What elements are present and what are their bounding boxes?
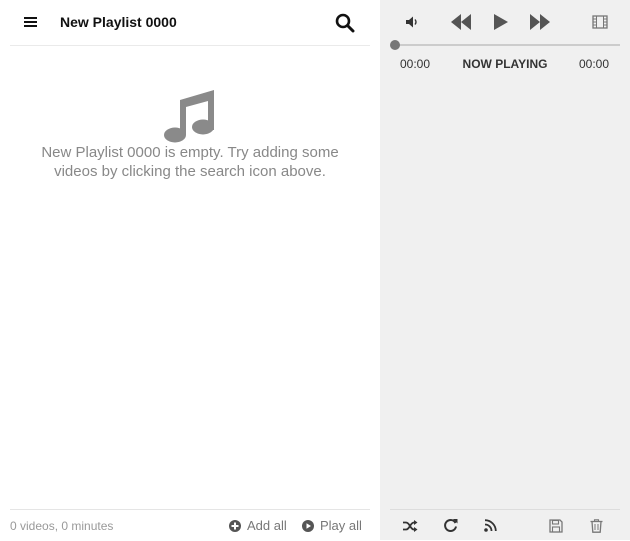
music-note-icon (164, 90, 214, 143)
empty-playlist-message: New Playlist 0000 is empty. Try adding s… (41, 144, 339, 180)
plus-circle-icon (229, 519, 241, 532)
film-icon[interactable] (592, 15, 608, 29)
play-all-label: Play all (320, 518, 362, 533)
playlist-title: New Playlist 0000 (60, 14, 177, 30)
playlist-header: New Playlist 0000 (10, 0, 370, 46)
total-time: 00:00 (579, 57, 610, 71)
progress-handle[interactable] (390, 40, 400, 50)
playlist-pane: New Playlist 0000 New Playlist 0000 is e… (0, 0, 380, 540)
search-icon[interactable] (335, 13, 355, 33)
menu-icon[interactable] (24, 16, 37, 28)
player-footer (390, 509, 620, 541)
playlist-footer: 0 videos, 0 minutes Add all Play all (10, 509, 370, 541)
trash-icon[interactable] (590, 519, 603, 533)
player-pane: 00:00 NOW PLAYING 00:00 (380, 0, 630, 540)
repeat-icon[interactable] (443, 518, 458, 533)
play-all-button[interactable]: Play all (302, 518, 362, 533)
playlist-summary: 0 videos, 0 minutes (10, 519, 114, 533)
add-all-button[interactable]: Add all (229, 518, 287, 533)
shuffle-icon[interactable] (402, 519, 418, 533)
rewind-icon[interactable] (449, 13, 473, 31)
play-circle-icon (302, 519, 314, 532)
save-icon[interactable] (549, 519, 563, 533)
fast-forward-icon[interactable] (528, 13, 552, 31)
volume-icon[interactable] (404, 14, 420, 30)
play-icon[interactable] (491, 13, 509, 31)
rss-icon[interactable] (484, 519, 497, 532)
add-all-label: Add all (247, 518, 287, 533)
progress-bar[interactable] (390, 40, 620, 50)
